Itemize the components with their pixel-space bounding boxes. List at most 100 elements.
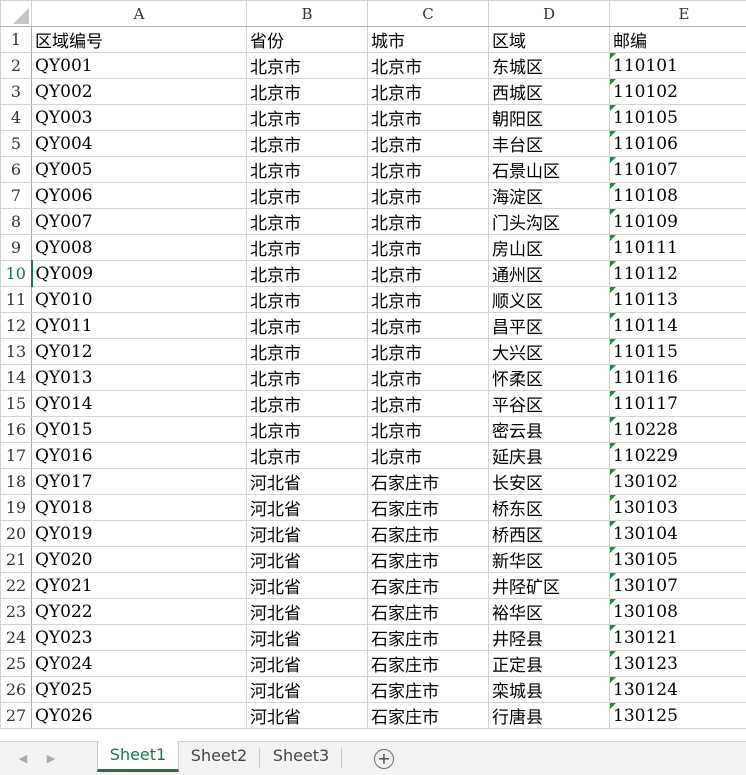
triangle-left-icon[interactable]: ◀ <box>16 752 30 766</box>
cell-e27[interactable]: 130125 <box>609 702 746 729</box>
row-header[interactable]: 19 <box>0 494 32 521</box>
cell-b10[interactable]: 北京市 <box>246 260 368 287</box>
row-header[interactable]: 3 <box>0 78 32 105</box>
row-header[interactable]: 20 <box>0 520 32 547</box>
cell-b5[interactable]: 北京市 <box>246 130 368 157</box>
cell-b17[interactable]: 北京市 <box>246 442 368 469</box>
cell-a5[interactable]: QY004 <box>31 130 247 157</box>
row-header[interactable]: 1 <box>0 26 32 53</box>
cell-b4[interactable]: 北京市 <box>246 104 368 131</box>
cell-c21[interactable]: 石家庄市 <box>367 546 489 573</box>
column-header-a[interactable]: A <box>31 0 247 27</box>
cell-e18[interactable]: 130102 <box>609 468 746 495</box>
cell-b18[interactable]: 河北省 <box>246 468 368 495</box>
cell-e21[interactable]: 130105 <box>609 546 746 573</box>
cell-a19[interactable]: QY018 <box>31 494 247 521</box>
cell-b12[interactable]: 北京市 <box>246 312 368 339</box>
cell-e14[interactable]: 110116 <box>609 364 746 391</box>
tab-sheet3[interactable]: Sheet3 <box>262 742 340 772</box>
cell-c14[interactable]: 北京市 <box>367 364 489 391</box>
cell-e7[interactable]: 110108 <box>609 182 746 209</box>
cell-e16[interactable]: 110228 <box>609 416 746 443</box>
cell-c12[interactable]: 北京市 <box>367 312 489 339</box>
cell-e22[interactable]: 130107 <box>609 572 746 599</box>
cell-d19[interactable]: 桥东区 <box>488 494 610 521</box>
cell-c25[interactable]: 石家庄市 <box>367 650 489 677</box>
cell-a12[interactable]: QY011 <box>31 312 247 339</box>
cell-d22[interactable]: 井陉矿区 <box>488 572 610 599</box>
cell-c7[interactable]: 北京市 <box>367 182 489 209</box>
row-header[interactable]: 4 <box>0 104 32 131</box>
tab-sheet2[interactable]: Sheet2 <box>180 742 258 772</box>
row-header[interactable]: 11 <box>0 286 32 313</box>
column-header-c[interactable]: C <box>367 0 489 27</box>
cell-a25[interactable]: QY024 <box>31 650 247 677</box>
select-all-corner[interactable] <box>0 0 32 27</box>
cell-b11[interactable]: 北京市 <box>246 286 368 313</box>
column-header-d[interactable]: D <box>488 0 610 27</box>
cell-c8[interactable]: 北京市 <box>367 208 489 235</box>
cell-b1[interactable]: 省份 <box>246 26 368 53</box>
row-header[interactable]: 14 <box>0 364 32 391</box>
row-header[interactable]: 8 <box>0 208 32 235</box>
cell-b25[interactable]: 河北省 <box>246 650 368 677</box>
cell-b16[interactable]: 北京市 <box>246 416 368 443</box>
cell-a10[interactable]: QY009 <box>31 260 247 287</box>
triangle-right-icon[interactable]: ▶ <box>44 752 58 766</box>
cell-b14[interactable]: 北京市 <box>246 364 368 391</box>
cell-e6[interactable]: 110107 <box>609 156 746 183</box>
cell-a9[interactable]: QY008 <box>31 234 247 261</box>
cell-d26[interactable]: 栾城县 <box>488 676 610 703</box>
cell-d17[interactable]: 延庆县 <box>488 442 610 469</box>
cell-c9[interactable]: 北京市 <box>367 234 489 261</box>
cell-c15[interactable]: 北京市 <box>367 390 489 417</box>
row-header[interactable]: 27 <box>0 702 32 729</box>
cell-e3[interactable]: 110102 <box>609 78 746 105</box>
cell-e10[interactable]: 110112 <box>609 260 746 287</box>
cell-e25[interactable]: 130123 <box>609 650 746 677</box>
cell-a16[interactable]: QY015 <box>31 416 247 443</box>
cell-c24[interactable]: 石家庄市 <box>367 624 489 651</box>
row-header[interactable]: 18 <box>0 468 32 495</box>
cell-c3[interactable]: 北京市 <box>367 78 489 105</box>
cell-d3[interactable]: 西城区 <box>488 78 610 105</box>
cell-b8[interactable]: 北京市 <box>246 208 368 235</box>
cell-b9[interactable]: 北京市 <box>246 234 368 261</box>
cell-d2[interactable]: 东城区 <box>488 52 610 79</box>
cell-e20[interactable]: 130104 <box>609 520 746 547</box>
cell-a27[interactable]: QY026 <box>31 702 247 729</box>
row-header[interactable]: 2 <box>0 52 32 79</box>
cell-e2[interactable]: 110101 <box>609 52 746 79</box>
cell-c1[interactable]: 城市 <box>367 26 489 53</box>
cell-b26[interactable]: 河北省 <box>246 676 368 703</box>
row-header[interactable]: 7 <box>0 182 32 209</box>
cell-e11[interactable]: 110113 <box>609 286 746 313</box>
cell-c27[interactable]: 石家庄市 <box>367 702 489 729</box>
cell-c4[interactable]: 北京市 <box>367 104 489 131</box>
cell-b7[interactable]: 北京市 <box>246 182 368 209</box>
cell-c18[interactable]: 石家庄市 <box>367 468 489 495</box>
cell-c16[interactable]: 北京市 <box>367 416 489 443</box>
row-header[interactable]: 25 <box>0 650 32 677</box>
cell-e4[interactable]: 110105 <box>609 104 746 131</box>
cell-a18[interactable]: QY017 <box>31 468 247 495</box>
cell-d14[interactable]: 怀柔区 <box>488 364 610 391</box>
cell-a2[interactable]: QY001 <box>31 52 247 79</box>
cell-b15[interactable]: 北京市 <box>246 390 368 417</box>
cell-b23[interactable]: 河北省 <box>246 598 368 625</box>
cell-a7[interactable]: QY006 <box>31 182 247 209</box>
cell-d21[interactable]: 新华区 <box>488 546 610 573</box>
cell-d24[interactable]: 井陉县 <box>488 624 610 651</box>
cell-d12[interactable]: 昌平区 <box>488 312 610 339</box>
cell-d23[interactable]: 裕华区 <box>488 598 610 625</box>
cell-d6[interactable]: 石景山区 <box>488 156 610 183</box>
plus-circle-icon[interactable]: + <box>374 749 394 769</box>
cell-d1[interactable]: 区域 <box>488 26 610 53</box>
cell-d13[interactable]: 大兴区 <box>488 338 610 365</box>
cell-d7[interactable]: 海淀区 <box>488 182 610 209</box>
cell-a11[interactable]: QY010 <box>31 286 247 313</box>
cell-c19[interactable]: 石家庄市 <box>367 494 489 521</box>
cell-d16[interactable]: 密云县 <box>488 416 610 443</box>
column-header-e[interactable]: E <box>609 0 746 27</box>
cell-c10[interactable]: 北京市 <box>367 260 489 287</box>
